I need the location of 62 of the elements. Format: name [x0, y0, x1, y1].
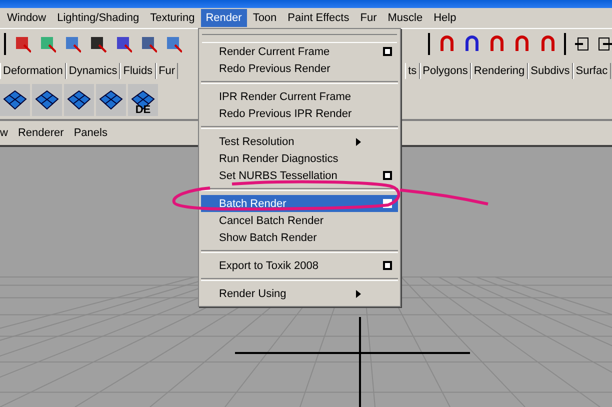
menu-title[interactable]: Paint Effects [282, 9, 354, 27]
shelf-tab[interactable]: Surfac [572, 63, 611, 79]
menu-item[interactable]: Run Render Diagnostics [201, 150, 398, 167]
panel-menu-item[interactable]: Panels [74, 127, 108, 139]
polygon-grid-icon [130, 89, 156, 111]
output-icon[interactable] [596, 36, 612, 52]
shelf-tab[interactable]: Dynamics [66, 63, 120, 79]
polygon-grid-icon [98, 89, 124, 111]
menu-title[interactable]: Muscle [382, 9, 428, 27]
magnet-icon[interactable] [463, 35, 480, 53]
toolbar-divider [564, 33, 566, 55]
option-box-icon[interactable] [383, 47, 392, 56]
tool-icon[interactable] [114, 35, 132, 53]
shelf-tab[interactable]: Fluids [120, 63, 156, 79]
toolbar-divider [4, 33, 6, 55]
tool-icon[interactable] [140, 35, 157, 53]
menu-title[interactable]: Toon [248, 9, 282, 27]
polygon-tool-button[interactable] [32, 84, 62, 116]
menu-item[interactable]: Render Using [201, 285, 398, 302]
magnet-icon[interactable] [513, 35, 531, 53]
panel-menu-item[interactable]: w [0, 127, 8, 139]
tool-icon[interactable] [89, 35, 107, 53]
shelf-tab[interactable]: Fur [156, 63, 178, 79]
submenu-arrow-icon [356, 138, 362, 146]
polygon-tool-button[interactable] [96, 84, 126, 116]
toolbar-divider [428, 33, 430, 55]
polygon-grid-icon [34, 89, 60, 111]
magnet-icon[interactable] [488, 35, 506, 53]
shelf-icon-label: DE [135, 104, 151, 116]
menu-title[interactable]: Fur [355, 9, 382, 27]
shelf-tab[interactable]: Deformation [0, 63, 66, 79]
option-box-icon[interactable] [383, 171, 392, 180]
magnet-icon[interactable] [538, 35, 556, 53]
submenu-arrow-icon [356, 290, 362, 298]
option-box-icon[interactable] [383, 261, 392, 270]
menu-title[interactable]: Window [2, 9, 52, 27]
menu-item[interactable]: Redo Previous IPR Render [201, 105, 398, 122]
polygon-tool-button[interactable] [0, 84, 30, 116]
shelf-tab[interactable]: Polygons [420, 63, 471, 79]
menu-item[interactable]: Test Resolution [201, 133, 398, 150]
menu-item[interactable]: IPR Render Current Frame [201, 88, 398, 105]
menu-item[interactable]: Redo Previous Render [201, 60, 398, 77]
menu-item[interactable]: Show Batch Render [201, 229, 398, 246]
polygon-grid-icon [2, 89, 28, 111]
menu-title[interactable]: Help [428, 9, 462, 27]
menu-item[interactable]: Set NURBS Tessellation [201, 167, 398, 184]
menu-item[interactable]: Cancel Batch Render [201, 212, 398, 229]
panel-menu-item[interactable]: Renderer [18, 127, 64, 139]
polygon-tool-button[interactable] [64, 84, 94, 116]
shelf-tab[interactable]: ts [405, 63, 420, 79]
shelf-tab[interactable]: Rendering [470, 63, 528, 79]
magnet-icon[interactable] [438, 35, 456, 53]
shelf-tab[interactable]: Subdivs [528, 63, 573, 79]
polygon-grid-icon [66, 89, 92, 111]
menu-title[interactable]: Render [200, 9, 247, 27]
menu-title[interactable]: Texturing [145, 9, 200, 27]
polygon-tool-button[interactable]: DE [128, 84, 158, 116]
input-icon[interactable] [574, 36, 589, 52]
menu-title[interactable]: Lighting/Shading [52, 9, 144, 27]
menu-item[interactable]: Render Current Frame [201, 43, 398, 60]
menu-item[interactable]: Export to Toxik 2008 [201, 257, 398, 274]
tear-off-line[interactable] [202, 34, 397, 43]
